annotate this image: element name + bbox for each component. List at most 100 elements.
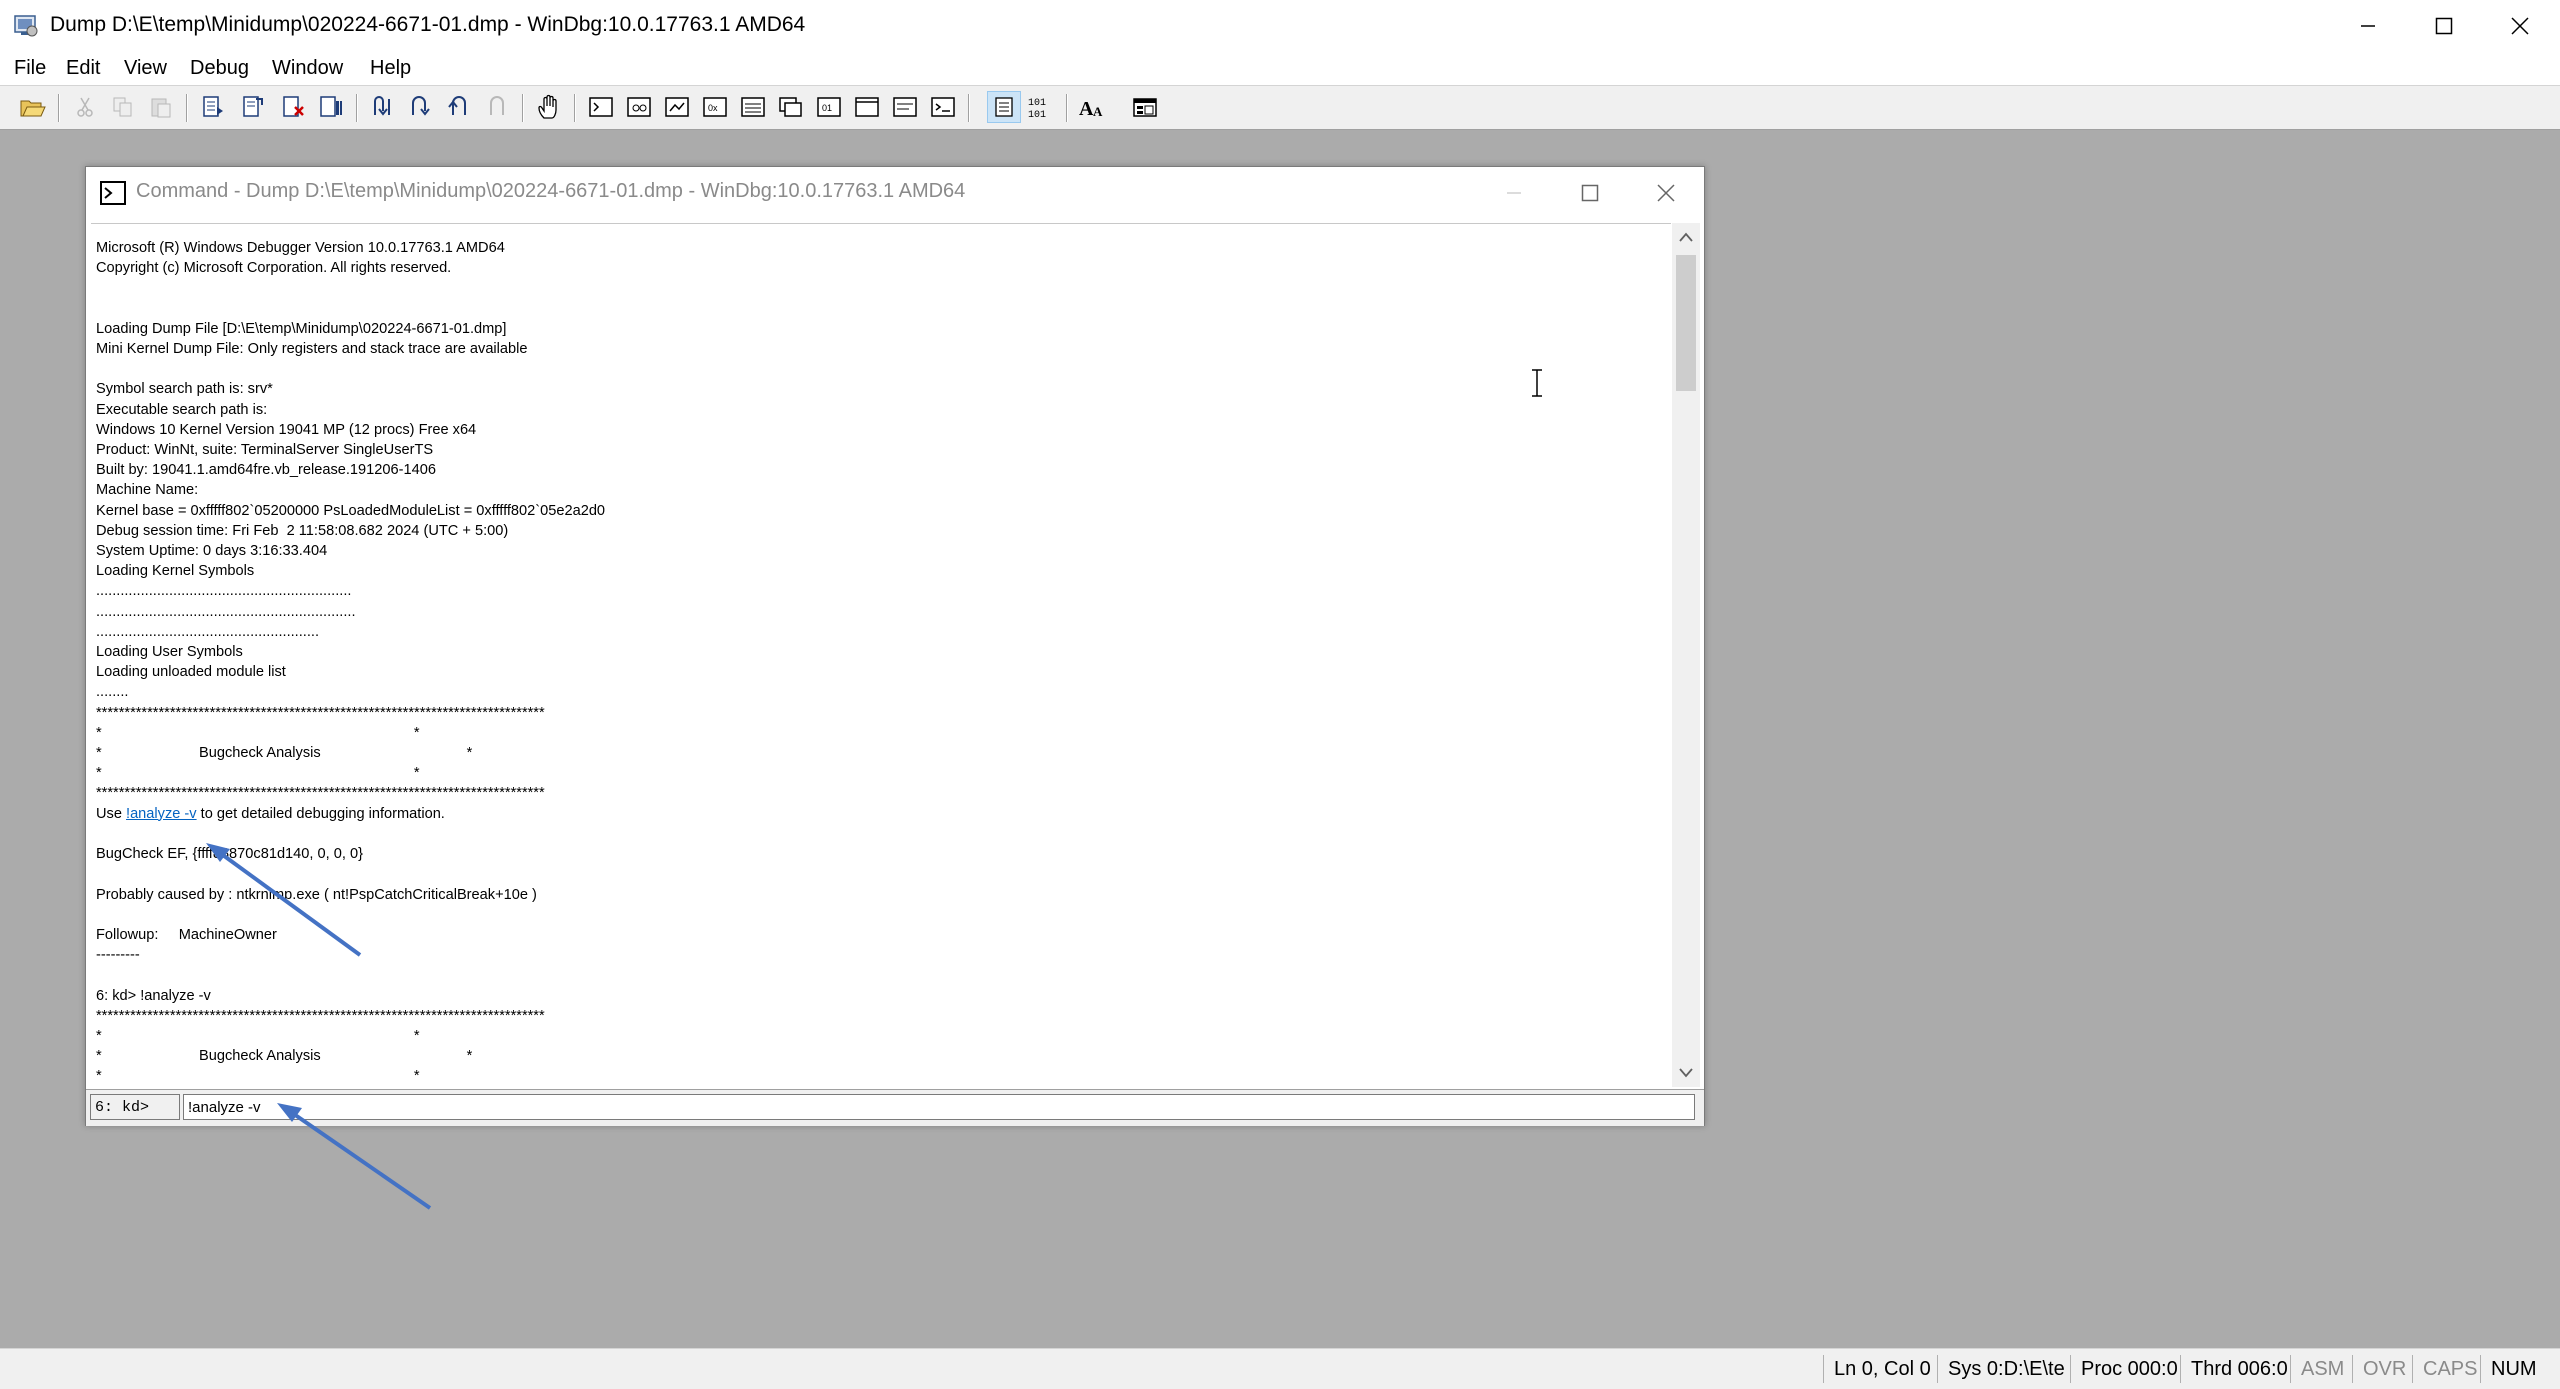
toolbar: 0x 01 101 101 AA [0,86,2560,130]
cut-button[interactable] [68,91,102,123]
options-button[interactable] [1128,91,1162,123]
svg-text:101: 101 [1028,110,1046,120]
hex-mode-button[interactable]: 101 101 [1024,91,1058,123]
status-thrd: Thrd 006:0 [2180,1355,2288,1383]
run-to-cursor-icon [490,96,504,115]
scroll-down-button[interactable] [1672,1059,1700,1087]
debugger-output[interactable]: Microsoft (R) Windows Debugger Version 1… [91,223,1671,1088]
status-num: NUM [2480,1355,2537,1383]
memory-window-button[interactable] [736,91,770,123]
menu-edit[interactable]: Edit [66,57,100,80]
cut-icon [77,97,93,117]
step-over-icon [412,96,430,116]
menu-window[interactable]: Window [272,57,343,80]
go-icon [203,96,223,117]
svg-text:A: A [1093,104,1103,119]
status-sys: Sys 0:D:\E\te [1937,1355,2065,1383]
command-close-button[interactable] [1628,167,1704,219]
step-over-button[interactable] [404,91,438,123]
command-browser-button[interactable] [926,91,960,123]
maximize-button[interactable] [2406,0,2482,52]
command-window-title: Command - Dump D:\E\temp\Minidump\020224… [136,180,966,202]
svg-text:0x: 0x [708,103,718,113]
close-button[interactable] [2482,0,2558,52]
output-tail: BugCheck EF, {ffff88870c81d140, 0, 0, 0}… [96,846,545,1085]
call-stack-button[interactable] [774,91,808,123]
output-use-prefix: Use [96,805,127,822]
command-window: Command - Dump D:\E\temp\Minidump\020224… [85,166,1705,1126]
stop-debugging-icon [283,96,304,117]
command-window-icon [100,181,126,205]
minimize-icon [2361,25,2375,27]
command-prompt: 6: kd> [90,1094,180,1120]
minimize-button[interactable] [2330,0,2406,52]
maximize-icon [1581,184,1599,202]
font-button[interactable]: AA [1076,91,1110,123]
command-maximize-button[interactable] [1552,167,1628,219]
options-icon [1133,98,1157,117]
call-stack-icon [779,97,802,117]
step-into-button[interactable] [366,91,400,123]
break-button[interactable] [314,91,348,123]
scratch-pad-button[interactable] [850,91,884,123]
analyze-link[interactable]: !analyze -v [126,806,197,822]
command-window-button[interactable] [584,91,618,123]
copy-button[interactable] [106,91,140,123]
menu-view[interactable]: View [124,57,167,80]
watch-window-button[interactable] [622,91,656,123]
disassembly-icon: 01 [817,97,841,117]
run-to-cursor-button[interactable] [480,91,514,123]
source-mode-button[interactable] [987,91,1021,123]
registers-window-button[interactable]: 0x [698,91,732,123]
locals-window-button[interactable] [660,91,694,123]
stop-debugging-button[interactable] [276,91,310,123]
scroll-up-button[interactable] [1672,223,1700,251]
hex-mode-icon: 101101 [1028,98,1046,120]
menu-debug[interactable]: Debug [190,57,249,80]
minimize-icon [1507,192,1521,194]
maximize-icon [2435,17,2453,35]
restart-button[interactable] [236,91,270,123]
command-minimize-button[interactable] [1476,167,1552,219]
command-input[interactable] [183,1094,1695,1120]
paste-button[interactable] [144,91,178,123]
hand-button[interactable] [532,91,566,123]
svg-text:01: 01 [822,103,832,113]
output-scrollbar[interactable] [1672,223,1700,1087]
window-title: Dump D:\E\temp\Minidump\020224-6671-01.d… [50,13,806,36]
status-caps: CAPS [2412,1355,2477,1383]
command-window-icon [589,97,613,117]
menu-help[interactable]: Help [370,57,411,80]
command-window-titlebar[interactable]: Command - Dump D:\E\temp\Minidump\020224… [86,167,1704,219]
app-titlebar: Dump D:\E\temp\Minidump\020224-6671-01.d… [0,0,2560,52]
output-use-suffix: to get detailed debugging information. [196,805,445,822]
chevron-down-icon [1679,1068,1693,1078]
step-out-icon [448,96,466,115]
menu-bar: File Edit View Debug Window Help [0,52,2560,86]
locals-window-icon [665,97,689,117]
break-icon [320,96,342,117]
menu-file[interactable]: File [14,57,46,80]
chevron-up-icon [1679,232,1693,242]
open-button[interactable] [16,91,50,123]
scratch-pad-icon [855,97,879,117]
scrollbar-thumb[interactable] [1676,255,1696,391]
close-icon [2511,17,2529,35]
processes-threads-button[interactable] [888,91,922,123]
status-bar: Ln 0, Col 0 Sys 0:D:\E\te Proc 000:0 Thr… [0,1348,2560,1389]
source-mode-icon [995,97,1013,117]
status-asm: ASM [2290,1355,2344,1383]
processes-threads-icon [893,97,917,117]
hand-icon [538,94,557,119]
status-ln-col: Ln 0, Col 0 [1823,1355,1931,1383]
close-icon [1657,184,1675,202]
command-browser-icon [931,97,955,117]
go-button[interactable] [196,91,230,123]
step-out-button[interactable] [442,91,476,123]
disassembly-button[interactable]: 01 [812,91,846,123]
step-into-icon [374,96,390,116]
open-icon [20,100,46,117]
output-header: Microsoft (R) Windows Debugger Version 1… [96,240,606,802]
paste-icon [151,98,171,118]
text-cursor-icon [1532,369,1542,397]
